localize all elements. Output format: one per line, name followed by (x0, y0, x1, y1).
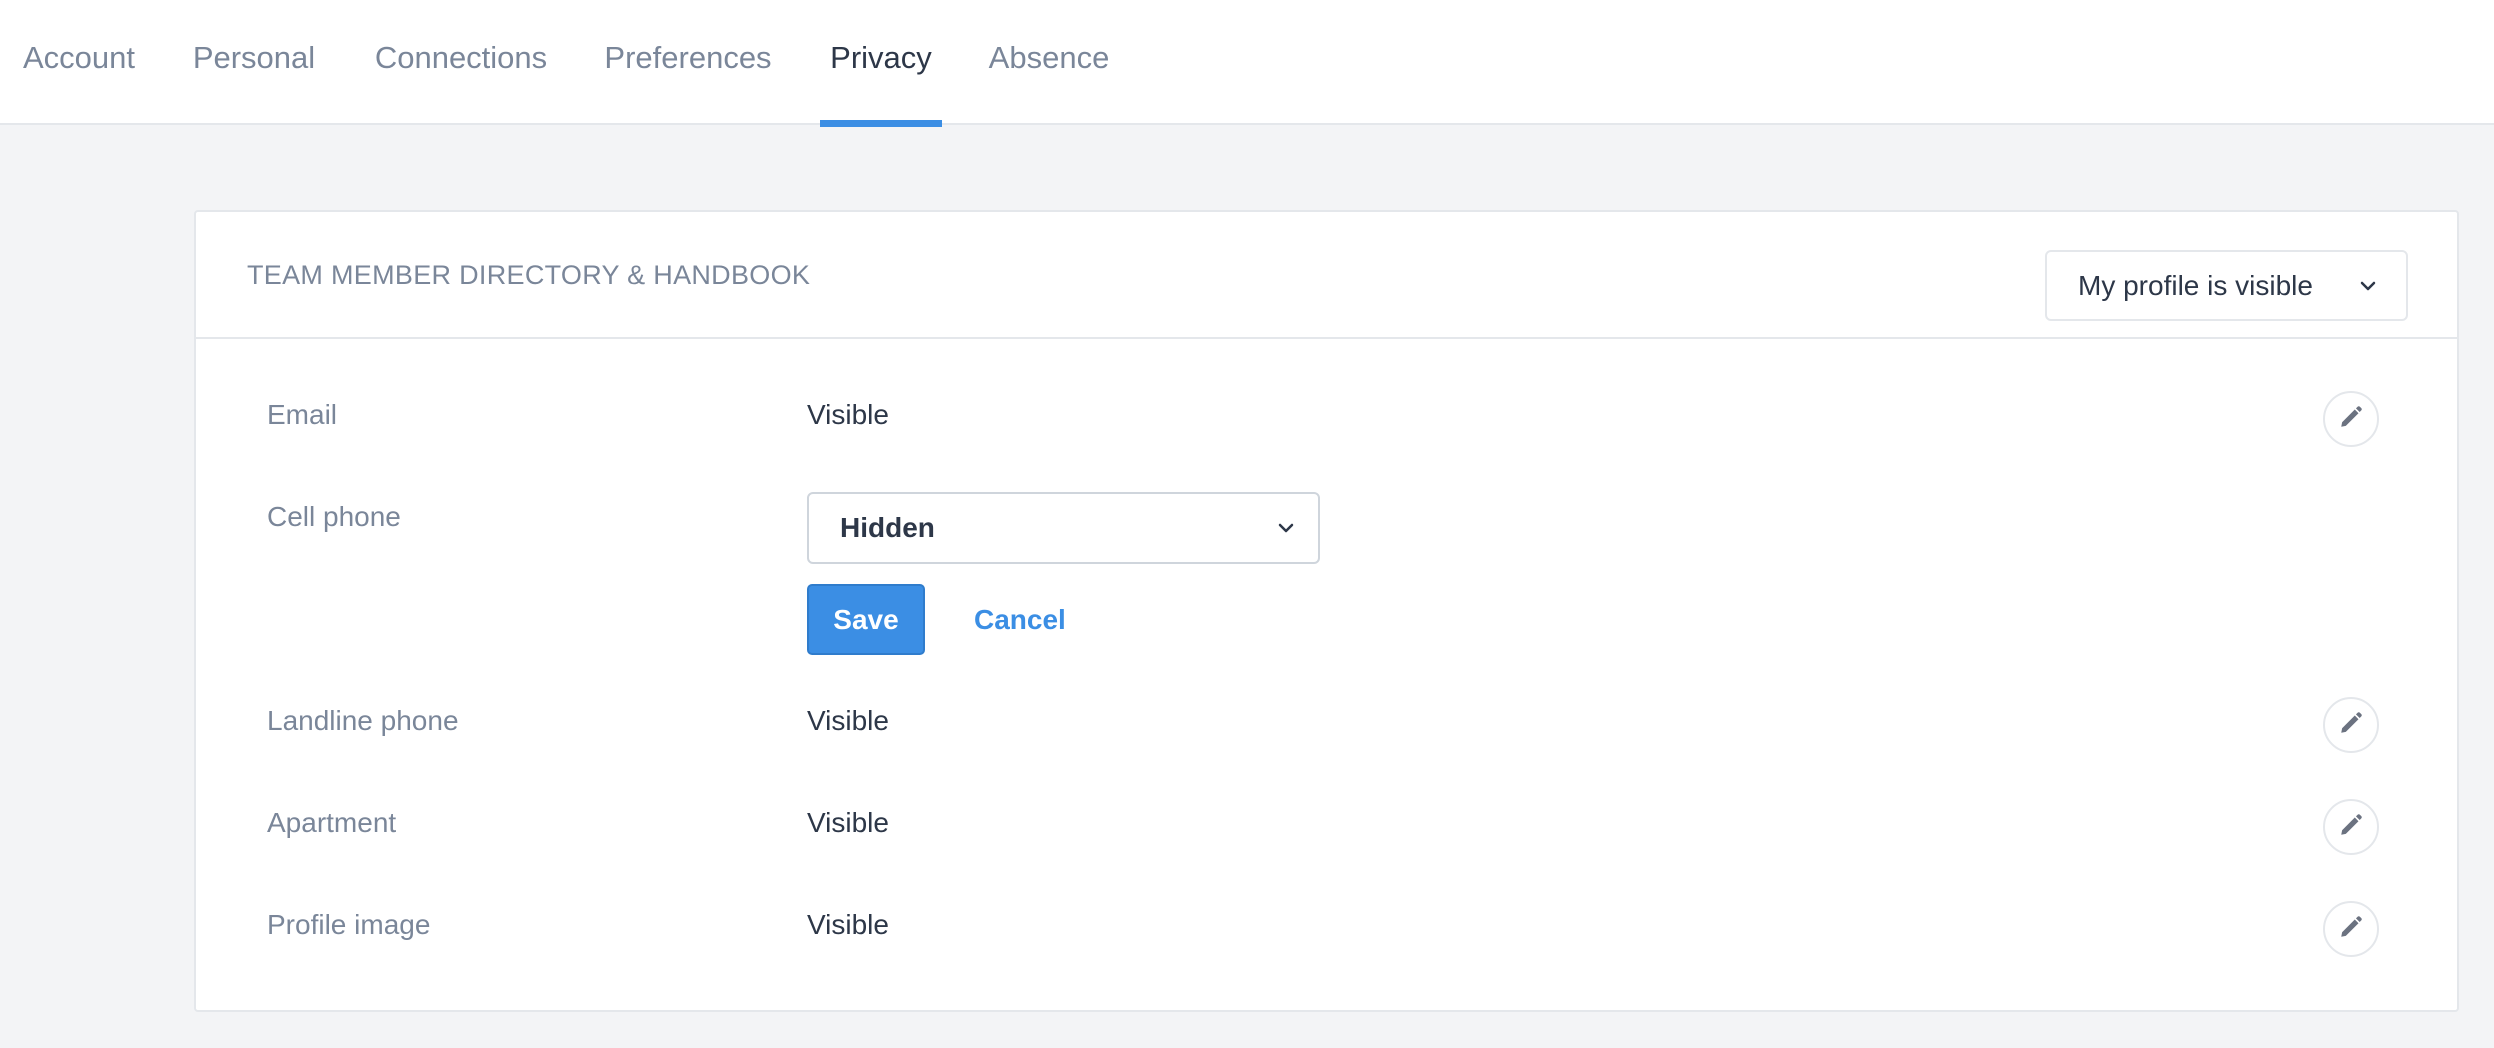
edit-landline-button[interactable] (2323, 697, 2379, 753)
settings-tabbar: Account Personal Connections Preferences… (0, 0, 2494, 127)
pencil-icon (2338, 404, 2364, 435)
card-header: TEAM MEMBER DIRECTORY & HANDBOOK My prof… (196, 212, 2457, 339)
email-label: Email (267, 399, 338, 430)
pencil-icon (2338, 710, 2364, 741)
landline-phone-value: Visible (807, 705, 889, 736)
profile-visibility-value: My profile is visible (2078, 269, 2313, 301)
email-value: Visible (807, 399, 889, 430)
cell-phone-selected-value: Hidden (840, 512, 935, 543)
pencil-icon (2338, 812, 2364, 843)
profile-visibility-select[interactable]: My profile is visible (2045, 250, 2408, 321)
apartment-value: Visible (807, 807, 889, 838)
cell-phone-label: Cell phone (267, 501, 401, 532)
edit-email-button[interactable] (2323, 391, 2379, 447)
apartment-label: Apartment (267, 807, 397, 838)
save-button[interactable]: Save (807, 584, 925, 655)
privacy-card: TEAM MEMBER DIRECTORY & HANDBOOK My prof… (194, 210, 2459, 1012)
landline-phone-label: Landline phone (267, 705, 459, 736)
card-title: TEAM MEMBER DIRECTORY & HANDBOOK (247, 260, 811, 290)
cell-phone-visibility-select[interactable]: Hidden (807, 492, 1320, 564)
tab-absence[interactable]: Absence (981, 0, 1117, 125)
tab-connections[interactable]: Connections (365, 0, 557, 125)
chevron-down-icon (2354, 272, 2382, 300)
edit-profile-image-button[interactable] (2323, 901, 2379, 957)
tab-privacy[interactable]: Privacy (820, 0, 942, 127)
pencil-icon (2338, 914, 2364, 945)
tab-account[interactable]: Account (0, 0, 158, 125)
chevron-down-icon (1272, 514, 1300, 542)
cancel-button[interactable]: Cancel (974, 584, 1066, 655)
tab-personal[interactable]: Personal (184, 0, 324, 125)
edit-apartment-button[interactable] (2323, 799, 2379, 855)
profile-image-label: Profile image (267, 909, 431, 940)
tab-preferences[interactable]: Preferences (598, 0, 778, 125)
profile-image-value: Visible (807, 909, 889, 940)
